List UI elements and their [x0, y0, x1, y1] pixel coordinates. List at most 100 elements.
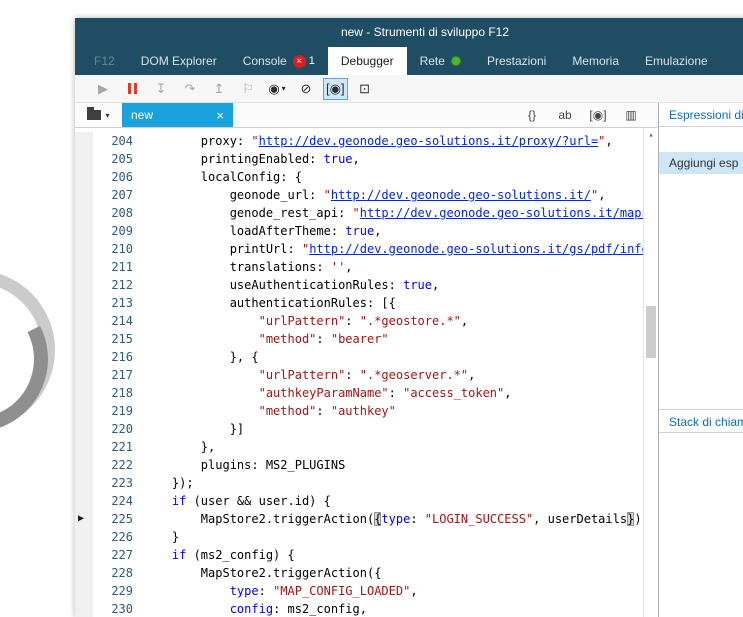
line-number: 226 [111, 530, 133, 544]
code-text[interactable]: plugins: MS2_PLUGINS [143, 456, 658, 474]
code-text[interactable]: }); [143, 474, 658, 492]
breakpoint-margin[interactable] [75, 366, 93, 384]
break-all-icon[interactable] [120, 78, 144, 100]
source-tab-new[interactable]: new × [122, 103, 233, 127]
code-token: ".*geostore.*" [359, 314, 461, 328]
word-wrap-icon[interactable]: ab [556, 105, 574, 125]
code-text[interactable]: useAuthenticationRules: true, [143, 276, 658, 294]
menu-tab-memoria[interactable]: Memoria [559, 47, 632, 75]
code-text[interactable]: geonode_url: "http://dev.geonode.geo-sol… [143, 186, 658, 204]
breakpoint-margin[interactable] [75, 276, 93, 294]
code-text[interactable]: translations: '', [143, 258, 658, 276]
breakpoint-margin[interactable] [75, 546, 93, 564]
add-watch-expression-row[interactable]: Aggiungi esp [659, 152, 743, 174]
exception-settings-icon[interactable]: ◉ ▾ [265, 78, 289, 100]
code-text[interactable]: config: ms2_config, [143, 600, 658, 617]
code-text[interactable]: proxy: "http://dev.geonode.geo-solutions… [143, 132, 658, 150]
disable-breakpoints-icon[interactable]: ⊘ [294, 78, 318, 100]
code-text[interactable]: } [143, 528, 658, 546]
breakpoint-margin[interactable] [75, 240, 93, 258]
code-line: 218 "authkeyParamName": "access_token", [75, 384, 658, 402]
step-out-icon[interactable]: ↥ [207, 78, 231, 100]
code-text[interactable]: "method": "authkey" [143, 402, 658, 420]
breakpoint-margin[interactable] [75, 456, 93, 474]
show-columns-icon[interactable]: ▥ [622, 105, 640, 125]
code-text[interactable]: "authkeyParamName": "access_token", [143, 384, 658, 402]
breakpoint-margin[interactable] [75, 528, 93, 546]
code-line: 207 geonode_url: "http://dev.geonode.geo… [75, 186, 658, 204]
code-text[interactable]: "urlPattern": ".*geostore.*", [143, 312, 658, 330]
code-text[interactable]: type: "MAP_CONFIG_LOADED", [143, 582, 658, 600]
code-text[interactable]: localConfig: { [143, 168, 658, 186]
breakpoint-margin[interactable] [75, 294, 93, 312]
breakpoint-margin[interactable] [75, 492, 93, 510]
breakpoint-margin[interactable]: ▶ [75, 510, 93, 528]
code-token: , userDetails [533, 512, 628, 526]
menu-tab-emulazione[interactable]: Emulazione [632, 47, 721, 75]
breakpoint-margin[interactable] [75, 168, 93, 186]
code-text[interactable]: authenticationRules: [{ [143, 294, 658, 312]
code-text[interactable]: }, { [143, 348, 658, 366]
current-statement-arrow-icon: ▶ [78, 513, 85, 524]
code-text[interactable]: }, [143, 438, 658, 456]
code-text[interactable]: "urlPattern": ".*geoserver.*", [143, 366, 658, 384]
close-icon[interactable]: × [216, 109, 224, 122]
step-into-icon[interactable]: ↧ [149, 78, 173, 100]
url-link[interactable]: http://dev.geonode.geo-solutions.it/maps… [360, 206, 658, 220]
breakpoint-margin[interactable] [75, 186, 93, 204]
breakpoint-margin[interactable] [75, 222, 93, 240]
format-code-icon[interactable]: {} [523, 105, 541, 125]
code-text[interactable]: printUrl: "http://dev.geonode.geo-soluti… [143, 240, 658, 258]
url-link[interactable]: http://dev.geonode.geo-solutions.it/gs/p… [309, 242, 658, 256]
code-text[interactable]: if (ms2_config) { [143, 546, 658, 564]
breakpoint-margin[interactable] [75, 384, 93, 402]
breakpoint-margin[interactable] [75, 150, 93, 168]
code-text[interactable]: MapStore2.triggerAction({ [143, 564, 658, 582]
just-my-code-icon[interactable]: ⊡ [353, 78, 377, 100]
menu-tab-dom-explorer[interactable]: DOM Explorer [128, 47, 230, 75]
just-my-code-toggle-icon[interactable]: [◉] [589, 105, 607, 125]
breakpoint-margin[interactable] [75, 474, 93, 492]
code-token: : [388, 386, 404, 400]
scroll-up-icon[interactable]: ▴ [644, 128, 658, 142]
breakpoint-margin[interactable] [75, 582, 93, 600]
breakpoint-margin[interactable] [75, 312, 93, 330]
breakpoint-margin[interactable] [75, 564, 93, 582]
code-token: translations: [143, 260, 331, 274]
code-text[interactable]: printingEnabled: true, [143, 150, 658, 168]
step-over-icon[interactable]: ↷ [178, 78, 202, 100]
window-titlebar[interactable]: new - Strumenti di sviluppo F12 [75, 18, 743, 47]
menu-tab-prestazioni[interactable]: Prestazioni [474, 47, 559, 75]
breakpoint-margin[interactable] [75, 438, 93, 456]
code-text[interactable]: MapStore2.triggerAction({type: "LOGIN_SU… [143, 510, 658, 528]
breakpoint-margin[interactable] [75, 132, 93, 150]
file-picker-button[interactable]: ▾ [75, 103, 122, 127]
code-token: : [316, 332, 331, 346]
breakpoint-margin[interactable] [75, 420, 93, 438]
menu-tab-debugger[interactable]: Debugger [327, 47, 407, 75]
breakpoint-margin[interactable] [75, 402, 93, 420]
tabstrip-icons: {} ab [◉] ▥ [523, 103, 658, 127]
breakpoint-margin[interactable] [75, 258, 93, 276]
code-text[interactable]: loadAfterTheme: true, [143, 222, 658, 240]
url-link[interactable]: http://dev.geonode.geo-solutions.it/ [331, 188, 591, 202]
scrollbar-thumb[interactable] [646, 306, 656, 358]
code-text[interactable]: }] [143, 420, 658, 438]
worker-debugging-icon[interactable]: [◉] [323, 77, 348, 100]
code-text[interactable]: genode_rest_api: "http://dev.geonode.geo… [143, 204, 658, 222]
code-editor[interactable]: 204 proxy: "http://dev.geonode.geo-solut… [75, 128, 658, 617]
menu-tab-console[interactable]: Console × 1 [230, 47, 328, 75]
code-text[interactable]: "method": "bearer" [143, 330, 658, 348]
code-text[interactable]: if (user && user.id) { [143, 492, 658, 510]
menu-tab-rete[interactable]: Rete [407, 47, 474, 75]
breakpoint-margin[interactable] [75, 600, 93, 617]
breakpoint-margin[interactable] [75, 204, 93, 222]
vertical-scrollbar[interactable]: ▴ [643, 128, 658, 617]
menu-tab-f12[interactable]: F12 [81, 47, 128, 75]
breakpoint-margin[interactable] [75, 330, 93, 348]
continue-icon[interactable]: ▶ [91, 78, 115, 100]
url-link[interactable]: http://dev.geonode.geo-solutions.it/prox… [259, 134, 599, 148]
break-on-exception-icon[interactable]: ⚐ [236, 78, 260, 100]
callstack-panel-header: Stack di chiam [659, 409, 743, 433]
breakpoint-margin[interactable] [75, 348, 93, 366]
